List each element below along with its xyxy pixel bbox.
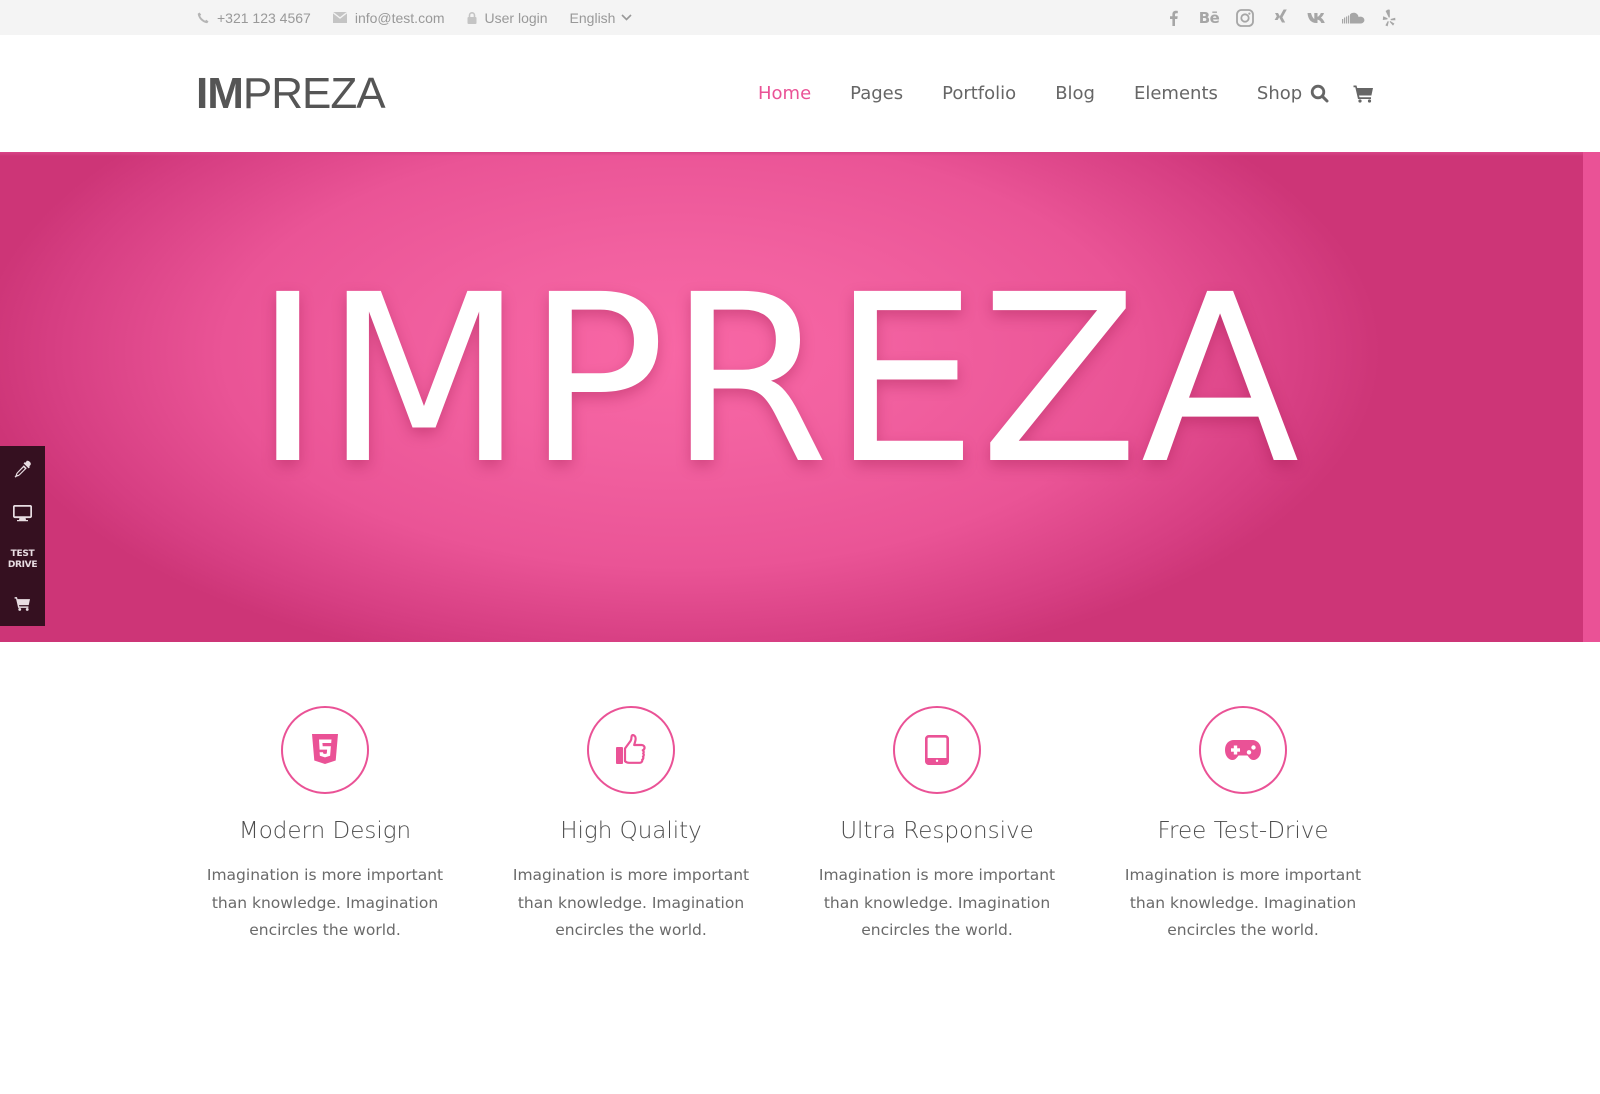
color-picker-button[interactable] — [0, 454, 45, 484]
phone-number: +321 123 4567 — [217, 9, 311, 26]
top-bar: +321 123 4567 info@test.com User login E… — [0, 0, 1600, 35]
soundcloud-icon[interactable] — [1335, 0, 1371, 35]
eyedropper-icon — [14, 460, 31, 478]
vk-icon[interactable] — [1299, 0, 1335, 35]
feature-description: Imagination is more important than knowl… — [818, 866, 1056, 939]
monitor-icon — [13, 504, 32, 521]
nav-item-elements[interactable]: Elements — [1134, 83, 1218, 104]
topbar-login[interactable]: User login — [467, 10, 548, 26]
user-login-link[interactable]: User login — [485, 10, 548, 26]
cart-icon — [1353, 85, 1373, 103]
email-link[interactable]: info@test.com — [355, 10, 445, 26]
search-button[interactable] — [1306, 81, 1332, 107]
envelope-icon — [332, 12, 347, 23]
hero-banner: IMPREZA — [0, 152, 1600, 642]
hero-title: IMPREZA — [253, 245, 1302, 515]
feature-ultra-responsive: Ultra Responsive Imagination is more imp… — [784, 706, 1090, 945]
cart-button[interactable] — [1350, 81, 1376, 107]
feature-title: Free Test-Drive — [1157, 818, 1329, 844]
feature-free-test-drive: Free Test-Drive Imagination is more impo… — [1090, 706, 1396, 945]
buy-button[interactable] — [0, 589, 45, 617]
search-icon — [1310, 84, 1328, 103]
feature-title: Ultra Responsive — [840, 818, 1034, 844]
language-dropdown[interactable]: English — [570, 10, 633, 26]
feature-icon-circle — [1199, 706, 1287, 794]
header-actions — [1306, 35, 1394, 152]
demo-side-panel: TEST DRIVE — [0, 446, 45, 626]
facebook-icon[interactable] — [1155, 0, 1191, 35]
tablet-icon — [925, 735, 949, 765]
gamepad-icon — [1225, 740, 1261, 760]
topbar-contacts: +321 123 4567 info@test.com User login E… — [197, 0, 633, 35]
chevron-down-icon — [621, 14, 633, 21]
feature-title: Modern Design — [238, 818, 412, 844]
nav-item-blog[interactable]: Blog — [1055, 83, 1095, 104]
language-label: English — [569, 9, 616, 26]
lock-icon — [467, 11, 477, 24]
behance-icon[interactable]: Bē — [1191, 0, 1227, 35]
feature-description: Imagination is more important than knowl… — [512, 866, 750, 939]
responsive-preview-button[interactable] — [0, 498, 45, 528]
logo-light-part: PREZA — [242, 69, 386, 118]
phone-icon — [197, 12, 209, 23]
cart-icon — [14, 596, 30, 611]
nav-item-shop[interactable]: Shop — [1257, 83, 1302, 104]
feature-icon-circle — [587, 706, 675, 794]
hero-edge-band — [1583, 152, 1600, 642]
feature-icon-circle — [281, 706, 369, 794]
main-nav: Home Pages Portfolio Blog Elements Shop — [758, 35, 1341, 152]
logo-bold-part: IM — [196, 69, 244, 118]
nav-item-portfolio[interactable]: Portfolio — [942, 83, 1016, 104]
thumbs-up-icon — [616, 734, 646, 764]
social-links: Bē — [1155, 0, 1407, 35]
feature-description: Imagination is more important than knowl… — [206, 866, 444, 939]
html5-icon — [312, 734, 338, 764]
test-drive-button[interactable]: TEST DRIVE — [0, 543, 45, 577]
site-header: IMPREZA Home Pages Portfolio Blog Elemen… — [0, 35, 1600, 152]
topbar-email[interactable]: info@test.com — [332, 10, 445, 26]
instagram-icon[interactable] — [1227, 0, 1263, 35]
feature-title: High Quality — [560, 818, 702, 844]
nav-item-home[interactable]: Home — [758, 83, 811, 104]
feature-icon-circle — [893, 706, 981, 794]
xing-icon[interactable] — [1263, 0, 1299, 35]
topbar-phone: +321 123 4567 — [197, 10, 311, 26]
yelp-icon[interactable] — [1371, 0, 1407, 35]
test-drive-label: TEST DRIVE — [7, 549, 38, 570]
feature-modern-design: Modern Design Imagination is more import… — [172, 706, 478, 945]
nav-item-pages[interactable]: Pages — [850, 83, 903, 104]
site-logo[interactable]: IMPREZA — [196, 69, 386, 118]
feature-description: Imagination is more important than knowl… — [1124, 866, 1362, 939]
feature-high-quality: High Quality Imagination is more importa… — [478, 706, 784, 945]
